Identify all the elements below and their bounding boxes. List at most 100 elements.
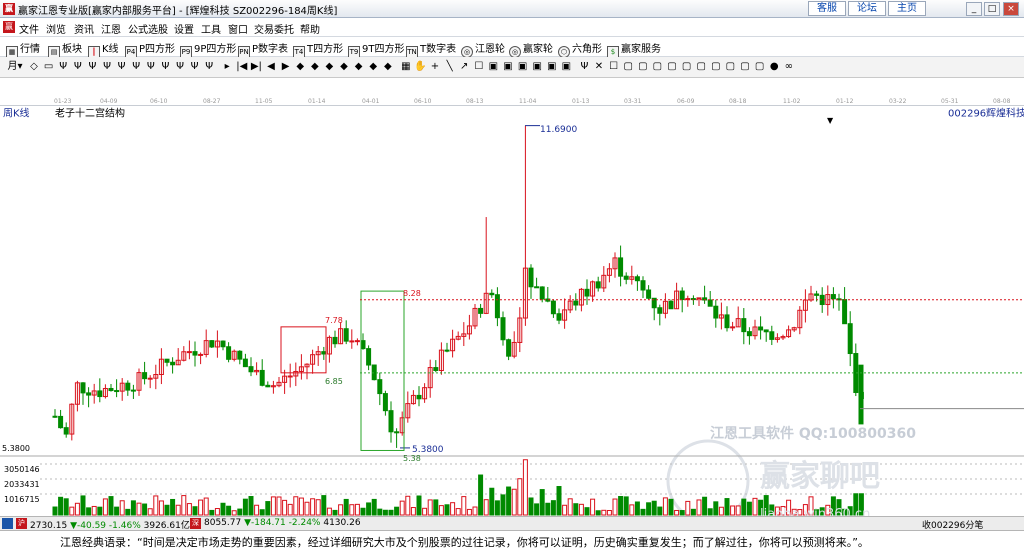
t-square-button[interactable]: T4 T四方形 (293, 40, 343, 58)
draw-tool-icon[interactable]: ✕ (593, 61, 605, 73)
sectors-button[interactable]: ▤ 板块 (48, 40, 82, 58)
drawing-toolbar: 月▾ ◇ ▭ Ψ Ψ Ψ Ψ Ψ Ψ Ψ Ψ Ψ Ψ Ψ ▸ |◀ ▶| ◀ ▶ ◆ ◆ ◆ ◆ ◆ ◆ ◆ ▦ ✋ + ╲ ↗ ☐ ▣ ▣ ▣ ▣… (0, 57, 1024, 78)
close-button[interactable]: × (1003, 2, 1019, 16)
draw-tool-icon[interactable]: ◆ (294, 61, 306, 73)
quotes-button[interactable]: ▦ 行情 (6, 40, 40, 58)
menu-file[interactable]: 文件 (19, 21, 39, 36)
draw-tool-icon[interactable]: Ψ (130, 61, 142, 73)
sz-index-values[interactable]: 8055.77 ▼-184.71 -2.24% 4130.26 (204, 518, 361, 528)
draw-tool-icon[interactable]: Ψ (72, 61, 84, 73)
draw-tool-icon[interactable]: ✋ (414, 61, 426, 73)
draw-tool-icon[interactable]: ▢ (739, 61, 751, 73)
draw-tool-icon[interactable]: ▢ (666, 61, 678, 73)
draw-tool-icon[interactable]: Ψ (116, 61, 128, 73)
kline-button[interactable]: ┃ K线 (88, 40, 119, 58)
draw-tool-icon[interactable]: ▢ (681, 61, 693, 73)
draw-tool-icon[interactable]: ▢ (724, 61, 736, 73)
volume-bar (444, 504, 450, 516)
draw-tool-icon[interactable]: ∞ (783, 61, 795, 73)
gann-wheel-button[interactable]: ◎ 江恩轮 (461, 40, 505, 58)
winner-wheel-button[interactable]: ◎ 赢家轮 (509, 40, 553, 58)
draw-tool-icon[interactable]: ▣ (502, 61, 514, 73)
draw-tool-icon[interactable]: |◀ (236, 61, 248, 73)
draw-tool-icon[interactable]: ▦ (400, 61, 412, 73)
draw-tool-icon[interactable]: Ψ (57, 61, 69, 73)
maximize-button[interactable]: □ (984, 2, 1000, 16)
draw-tool-icon[interactable]: ◆ (382, 61, 394, 73)
p-square-button[interactable]: P4 P四方形 (125, 40, 175, 58)
draw-tool-icon[interactable]: ▸ (221, 61, 233, 73)
customer-service-link[interactable]: 客服 (808, 1, 846, 16)
draw-tool-icon[interactable]: ▢ (622, 61, 634, 73)
draw-tool-icon[interactable]: Ψ (101, 61, 113, 73)
draw-tool-icon[interactable]: ▢ (710, 61, 722, 73)
draw-tool-icon[interactable]: ◆ (353, 61, 365, 73)
forum-link[interactable]: 论坛 (848, 1, 886, 16)
draw-tool-icon[interactable]: ◆ (309, 61, 321, 73)
draw-tool-icon[interactable]: ╲ (444, 61, 456, 73)
menu-trade[interactable]: 交易委托 (254, 21, 294, 36)
main-toolbar: ▦ 行情 ▤ 板块 ┃ K线 P4 P四方形 P9 9P四方形 PN P数字表 T4 T四方形… (0, 37, 1024, 58)
p-number-table-button[interactable]: PN P数字表 (238, 40, 288, 58)
kline-chart[interactable]: 周K线 老子十二宫结构 002296 辉煌科技 ▼ 5.3800 3050146… (0, 106, 1024, 523)
draw-tool-icon[interactable]: ◇ (28, 61, 40, 73)
draw-tool-icon[interactable]: ▭ (43, 61, 55, 73)
draw-tool-icon[interactable]: Ψ (578, 61, 590, 73)
9t-square-button[interactable]: T9 9T四方形 (348, 40, 404, 58)
draw-tool-icon[interactable]: ▣ (487, 61, 499, 73)
draw-tool-icon[interactable]: ▶ (280, 61, 292, 73)
menu-help[interactable]: 帮助 (300, 21, 320, 36)
hexagon-button[interactable]: ⬡ 六角形 (558, 40, 602, 58)
draw-tool-icon[interactable]: ☐ (608, 61, 620, 73)
menu-window[interactable]: 窗口 (228, 21, 248, 36)
volume-bar (562, 504, 568, 516)
menu-tools[interactable]: 工具 (201, 21, 221, 36)
draw-tool-icon[interactable]: ▢ (651, 61, 663, 73)
volume-bar (556, 486, 562, 516)
volume-bar (528, 497, 534, 516)
draw-tool-icon[interactable]: Ψ (145, 61, 157, 73)
menu-settings[interactable]: 设置 (174, 21, 194, 36)
draw-tool-icon[interactable]: ↗ (458, 61, 470, 73)
draw-tool-icon[interactable]: ▢ (695, 61, 707, 73)
volume-bar (668, 498, 674, 516)
volume-bar (86, 507, 92, 516)
minimize-button[interactable]: _ (966, 2, 982, 16)
volume-bar (735, 505, 741, 516)
draw-tool-icon[interactable]: ▣ (560, 61, 572, 73)
draw-tool-icon[interactable]: ☐ (473, 61, 485, 73)
status-grid-icon[interactable] (2, 518, 13, 529)
volume-bar (254, 504, 260, 516)
menu-info[interactable]: 资讯 (74, 21, 94, 36)
draw-tool-icon[interactable]: ● (768, 61, 780, 73)
draw-tool-icon[interactable]: ◀ (265, 61, 277, 73)
dropdown-arrow-icon[interactable]: ▼ (827, 116, 834, 125)
draw-tool-icon[interactable]: Ψ (189, 61, 201, 73)
draw-tool-icon[interactable]: Ψ (203, 61, 215, 73)
menu-formula-select[interactable]: 公式选股 (128, 21, 168, 36)
stock-name: 辉煌科技 (986, 106, 1024, 119)
draw-tool-icon[interactable]: ▣ (546, 61, 558, 73)
period-select[interactable]: 月▾ (6, 61, 24, 73)
draw-tool-icon[interactable]: ▶| (250, 61, 262, 73)
draw-tool-icon[interactable]: ◆ (338, 61, 350, 73)
draw-tool-icon[interactable]: + (429, 61, 441, 73)
t-number-table-button[interactable]: TN T数字表 (406, 40, 456, 58)
winner-service-button[interactable]: $ 赢家服务 (607, 40, 661, 58)
draw-tool-icon[interactable]: ◆ (367, 61, 379, 73)
9p-square-button[interactable]: P9 9P四方形 (180, 40, 236, 58)
menu-gann[interactable]: 江恩 (101, 21, 121, 36)
draw-tool-icon[interactable]: ▢ (754, 61, 766, 73)
draw-tool-icon[interactable]: Ψ (174, 61, 186, 73)
draw-tool-icon[interactable]: ▣ (517, 61, 529, 73)
draw-tool-icon[interactable]: Ψ (159, 61, 171, 73)
volume-bar (651, 500, 657, 516)
draw-tool-icon[interactable]: ◆ (323, 61, 335, 73)
homepage-link[interactable]: 主页 (888, 1, 926, 16)
menu-browse[interactable]: 浏览 (46, 21, 66, 36)
draw-tool-icon[interactable]: Ψ (86, 61, 98, 73)
volume-bar (679, 510, 685, 516)
draw-tool-icon[interactable]: ▣ (531, 61, 543, 73)
menu-bar: 赢 文件 浏览 资讯 江恩 公式选股 设置 工具 窗口 交易委托 帮助 (0, 18, 1024, 37)
draw-tool-icon[interactable]: ▢ (637, 61, 649, 73)
